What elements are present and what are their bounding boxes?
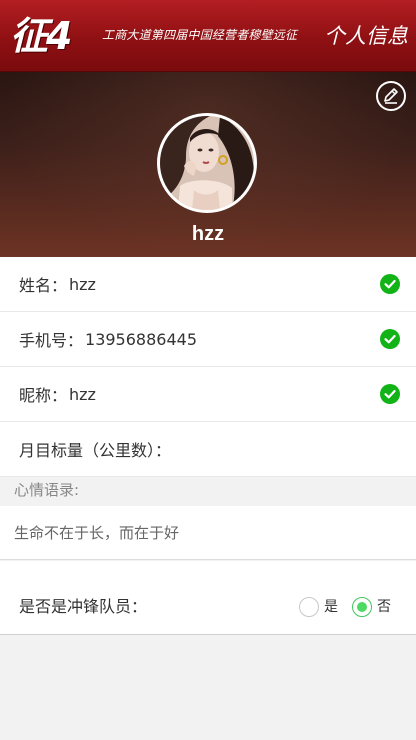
field-value: hzz — [69, 384, 96, 404]
header-slogan: 工商大道第四届中国经营者穆壁远征 — [102, 28, 298, 42]
field-monthly-target-row[interactable]: 月目标量（公里数）： — [0, 422, 416, 477]
top-header: 征4 工商大道第四届中国经营者穆壁远征 个人信息 — [0, 0, 416, 72]
app: 征4 工商大道第四届中国经营者穆壁远征 个人信息 hzz 姓名： hzz 手机号… — [0, 0, 416, 740]
field-value: 13956886445 — [85, 329, 197, 349]
field-phone-row[interactable]: 手机号： 13956886445 — [0, 312, 416, 367]
mood-section-header: 心情语录: — [0, 477, 416, 506]
app-logo: 征4 — [10, 14, 72, 58]
page-title: 个人信息 — [324, 25, 408, 48]
info-list: 姓名： hzz 手机号： 13956886445 昵称： hzz 月目标量（公里… — [0, 257, 416, 477]
check-circle-icon — [380, 384, 400, 404]
avatar[interactable] — [157, 113, 257, 213]
member-row: 是否是冲锋队员： 是 否 — [0, 579, 416, 635]
edit-profile-button[interactable] — [376, 81, 406, 111]
profile-username: hzz — [191, 223, 225, 245]
avatar-image — [160, 116, 254, 210]
field-label: 姓名： — [19, 276, 68, 295]
member-radio-group: 是 否 — [285, 597, 391, 617]
mood-text[interactable]: 生命不在于长，而在于好 — [0, 506, 416, 560]
check-circle-icon — [380, 274, 400, 294]
field-label: 昵称： — [19, 386, 68, 405]
field-label: 月目标量（公里数）： — [19, 441, 172, 460]
radio-option-yes[interactable]: 是 — [299, 597, 338, 617]
radio-option-no[interactable]: 否 — [352, 597, 391, 617]
check-circle-icon — [380, 329, 400, 349]
pencil-icon — [384, 88, 398, 104]
radio-label: 是 — [324, 599, 338, 615]
page-background — [0, 636, 416, 740]
field-value: hzz — [69, 274, 96, 294]
radio-button-checked[interactable] — [352, 597, 372, 617]
field-name-row[interactable]: 姓名： hzz — [0, 257, 416, 312]
radio-label: 否 — [377, 599, 391, 615]
field-nickname-row[interactable]: 昵称： hzz — [0, 367, 416, 422]
radio-button[interactable] — [299, 597, 319, 617]
field-label: 手机号： — [19, 331, 84, 350]
profile-banner: hzz — [0, 72, 416, 257]
member-label: 是否是冲锋队员： — [19, 597, 148, 616]
spacer — [0, 561, 416, 579]
